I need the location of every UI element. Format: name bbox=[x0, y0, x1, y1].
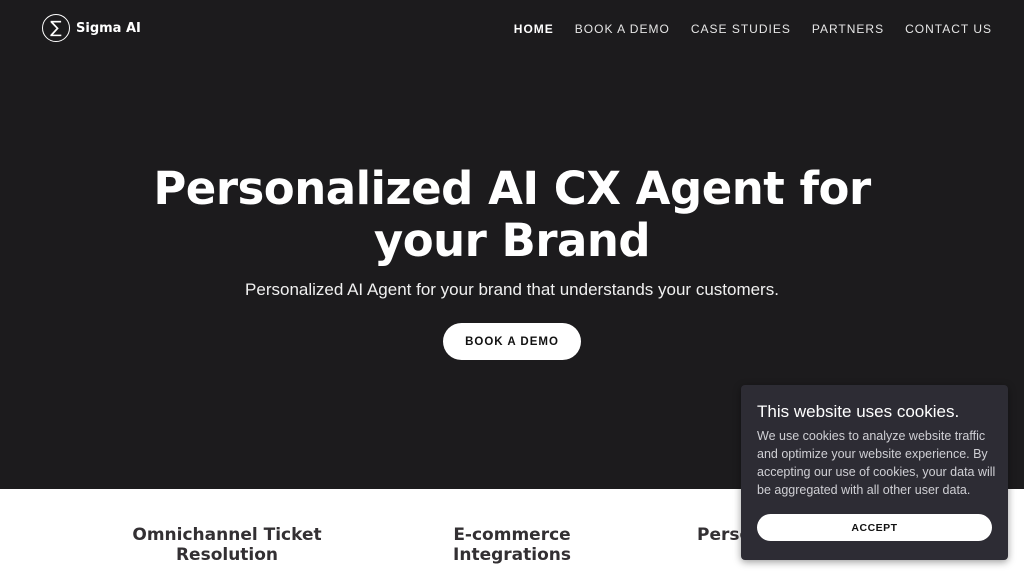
hero-subtitle: Personalized AI Agent for your brand tha… bbox=[245, 280, 779, 299]
hero-title: Personalized AI CX Agent for your Brand bbox=[112, 163, 912, 267]
nav-item-contact-us[interactable]: CONTACT US bbox=[905, 22, 992, 36]
logo-text: Sigma AI bbox=[76, 20, 141, 36]
feature-title-line-2: Resolution bbox=[175, 545, 279, 565]
sigma-logo-icon: ∑ bbox=[42, 14, 70, 42]
feature-title-line-1: Omnichannel Ticket bbox=[132, 525, 322, 545]
nav-item-book-a-demo[interactable]: BOOK A DEMO bbox=[575, 22, 670, 36]
feature-title-omnichannel: Omnichannel Ticket Resolution bbox=[112, 525, 342, 565]
hero-title-line-1: Personalized AI CX Agent for bbox=[153, 162, 871, 215]
cookie-banner: This website uses cookies. We use cookie… bbox=[741, 385, 1008, 560]
nav-item-home[interactable]: HOME bbox=[514, 22, 554, 36]
feature-title-ecommerce: E-commerce Integrations bbox=[453, 525, 571, 565]
nav-item-partners[interactable]: PARTNERS bbox=[812, 22, 884, 36]
accept-cookies-button[interactable]: ACCEPT bbox=[757, 514, 992, 541]
cookie-banner-title: This website uses cookies. bbox=[757, 402, 960, 421]
book-a-demo-button[interactable]: BOOK A DEMO bbox=[443, 323, 581, 360]
cookie-banner-text: We use cookies to analyze website traffi… bbox=[757, 429, 996, 497]
hero-title-line-2: your Brand bbox=[373, 214, 651, 267]
nav-item-case-studies[interactable]: CASE STUDIES bbox=[691, 22, 791, 36]
logo[interactable]: ∑ Sigma AI bbox=[42, 14, 141, 42]
main-nav: HOME BOOK A DEMO CASE STUDIES PARTNERS C… bbox=[514, 22, 992, 36]
